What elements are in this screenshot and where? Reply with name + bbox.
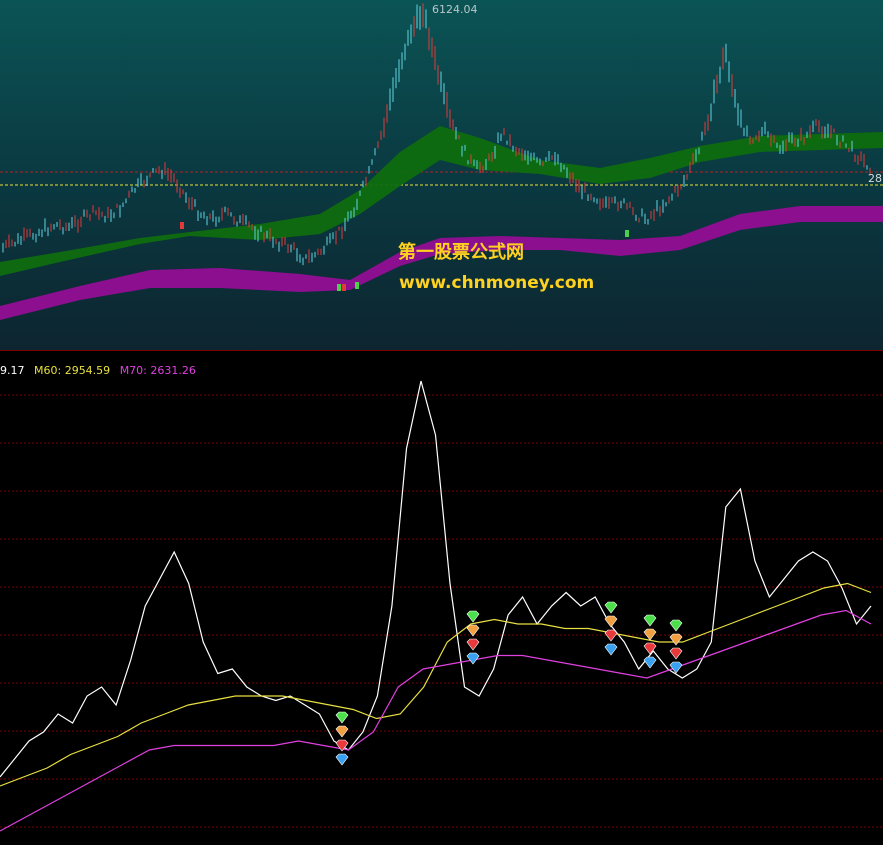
- diamond-marker-blue: [466, 652, 480, 665]
- diamond-marker-green: [669, 619, 683, 632]
- legend-m70: M70: 2631.26: [119, 364, 196, 377]
- diamond-marker-green: [604, 601, 618, 614]
- diamond-marker-red: [466, 638, 480, 651]
- legend-first-value: 9.17: [0, 364, 25, 377]
- watermark-url: www.chnmoney.com: [399, 273, 595, 293]
- diamond-marker-blue: [643, 656, 657, 669]
- indicator-chart-svg: [0, 380, 883, 832]
- indicator-panel: [0, 351, 883, 845]
- price-panel: 6124.04 28 第一股票公式网 www.chnmoney.com: [0, 0, 883, 350]
- signal-candle: [355, 282, 359, 289]
- diamond-marker-orange: [466, 624, 480, 637]
- right-price-label: 28: [868, 172, 882, 185]
- indicator-line-m70: [0, 609, 872, 832]
- diamond-marker-green: [643, 614, 657, 627]
- indicator-line-white: [0, 380, 872, 778]
- diamond-marker-blue: [335, 753, 349, 766]
- legend-m60: M60: 2954.59: [34, 364, 111, 377]
- diamond-marker-red: [604, 629, 618, 642]
- diamond-marker-orange: [604, 615, 618, 628]
- diamond-marker-green: [335, 711, 349, 724]
- signal-candle: [180, 222, 184, 229]
- signal-candle: [625, 230, 629, 237]
- watermark-site-name: 第一股票公式网: [398, 242, 524, 263]
- diamond-marker-green: [466, 610, 480, 623]
- diamond-marker-orange: [669, 633, 683, 646]
- signal-candle: [337, 284, 341, 291]
- diamond-marker-orange: [335, 725, 349, 738]
- diamond-marker-red: [669, 647, 683, 660]
- indicator-legend: 9.17 M60: 2954.59 M70: 2631.26: [0, 364, 202, 377]
- peak-price-label: 6124.04: [432, 3, 478, 16]
- indicator-line-m60: [0, 582, 872, 787]
- diamond-marker-blue: [604, 643, 618, 656]
- price-chart-svg: [0, 3, 883, 320]
- diamond-marker-orange: [643, 628, 657, 641]
- signal-candle: [342, 284, 346, 291]
